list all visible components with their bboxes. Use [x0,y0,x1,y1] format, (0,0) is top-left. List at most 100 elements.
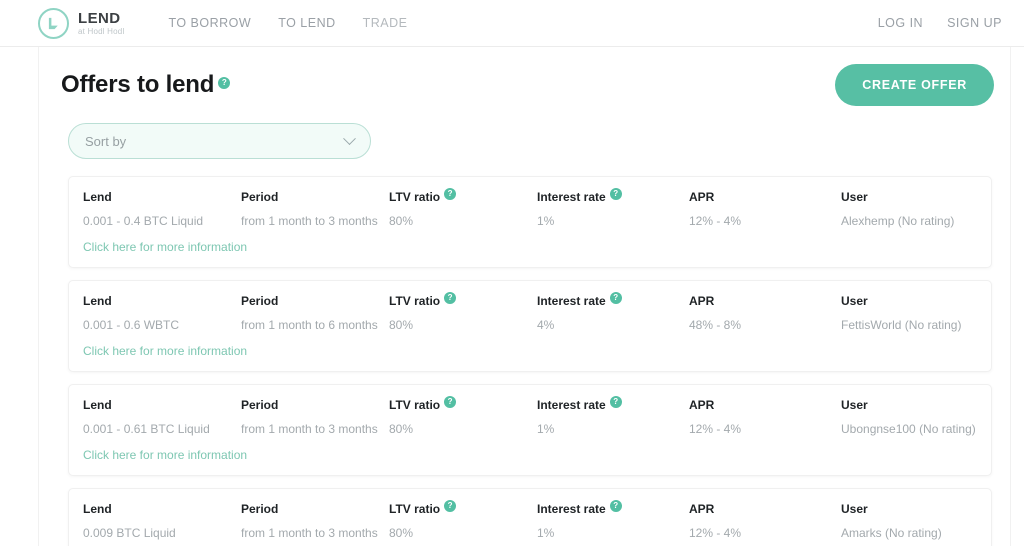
more-information-link[interactable]: Click here for more information [83,240,247,254]
site-header: LEND at Hodl Hodl TO BORROW TO LEND TRAD… [0,0,1024,47]
more-information-link[interactable]: Click here for more information [83,344,247,358]
ltv-ratio-info-icon[interactable]: ? [444,396,457,408]
brand-title: LEND [78,9,121,27]
brand-subtitle: at Hodl Hodl [78,26,125,36]
page-head: Offers to lend? CREATE OFFER [61,47,994,109]
cell-ltv-ratio: 80% [389,526,414,540]
col-head-lend: Lend [83,502,112,516]
auth-nav: LOG IN SIGN UP [878,16,1002,30]
cell-apr: 12% - 4% [689,214,742,228]
cell-lend: 0.001 - 0.4 BTC Liquid [83,214,204,228]
cell-lend: 0.001 - 0.61 BTC Liquid [83,422,210,436]
cell-interest-rate: 1% [537,526,555,540]
cell-user: Alexhemp (No rating) [841,214,955,228]
more-information-link[interactable]: Click here for more information [83,448,247,462]
col-head-apr: APR [689,502,715,516]
col-head-interest-rate: Interest rate? [537,500,689,517]
chevron-down-icon [343,131,356,145]
interest-rate-info-icon[interactable]: ? [609,396,622,408]
page-root: LEND at Hodl Hodl TO BORROW TO LEND TRAD… [0,0,1024,546]
cell-interest-rate: 1% [537,422,555,436]
cell-ltv-ratio: 80% [389,422,414,436]
offer-row-heads: Lend Period LTV ratio? Interest rate? AP… [69,396,991,437]
cell-lend: 0.001 - 0.6 WBTC [83,318,180,332]
col-head-ltv-ratio: LTV ratio? [389,500,537,517]
offer-card[interactable]: Lend Period LTV ratio? Interest rate? AP… [68,176,992,268]
col-head-ltv-ratio: LTV ratio? [389,292,537,309]
col-head-ltv-ratio-text: LTV ratio [389,294,441,308]
interest-rate-info-icon[interactable]: ? [609,188,622,200]
offer-card[interactable]: Lend Period LTV ratio? Interest rate? AP… [68,384,992,476]
col-head-apr: APR [689,398,715,412]
log-in-link[interactable]: LOG IN [878,16,923,30]
col-head-user: User [841,190,868,204]
col-head-interest-rate: Interest rate? [537,188,689,205]
cell-interest-rate: 1% [537,214,555,228]
offer-row-heads: Lend Period LTV ratio? Interest rate? AP… [69,188,991,229]
col-head-lend: Lend [83,294,112,308]
main-nav: TO BORROW TO LEND TRADE [168,16,407,30]
col-head-ltv-ratio-text: LTV ratio [389,190,441,204]
cell-period: from 1 month to 3 months [241,214,378,228]
cell-period: from 1 month to 6 months [241,318,378,332]
cell-apr: 12% - 4% [689,526,742,540]
right-rail-divider [1010,47,1011,546]
offer-card[interactable]: Lend Period LTV ratio? Interest rate? AP… [68,488,992,546]
col-head-ltv-ratio-text: LTV ratio [389,398,441,412]
main-content: Offers to lend? CREATE OFFER Sort by Len… [39,47,1010,546]
col-head-period: Period [241,398,279,412]
cell-apr: 48% - 8% [689,318,742,332]
cell-ltv-ratio: 80% [389,318,414,332]
page-title-text: Offers to lend [61,71,215,98]
offer-list: Lend Period LTV ratio? Interest rate? AP… [61,176,994,546]
sort-by-select[interactable]: Sort by [68,123,371,159]
col-head-ltv-ratio-text: LTV ratio [389,502,441,516]
col-head-user: User [841,398,868,412]
page-title: Offers to lend? [61,71,231,99]
interest-rate-info-icon[interactable]: ? [609,500,622,512]
cell-period: from 1 month to 3 months [241,526,378,540]
col-head-interest-rate-text: Interest rate [537,190,606,204]
brand-text: LEND at Hodl Hodl [78,11,124,36]
col-head-ltv-ratio: LTV ratio? [389,188,537,205]
offer-row-heads: Lend Period LTV ratio? Interest rate? AP… [69,500,991,541]
offer-row-heads: Lend Period LTV ratio? Interest rate? AP… [69,292,991,333]
question-mark-info-icon[interactable]: ? [218,77,231,89]
col-head-user: User [841,294,868,308]
col-head-period: Period [241,294,279,308]
ltv-ratio-info-icon[interactable]: ? [444,500,457,512]
cell-user: Ubongnse100 (No rating) [841,422,976,436]
interest-rate-info-icon[interactable]: ? [609,292,622,304]
nav-to-lend[interactable]: TO LEND [278,16,335,30]
create-offer-button[interactable]: CREATE OFFER [835,64,994,106]
col-head-interest-rate-text: Interest rate [537,398,606,412]
cell-lend: 0.009 BTC Liquid [83,526,176,540]
col-head-lend: Lend [83,190,112,204]
col-head-interest-rate-text: Interest rate [537,294,606,308]
lend-circle-logo-icon [38,7,69,39]
col-head-period: Period [241,190,279,204]
nav-to-borrow[interactable]: TO BORROW [168,16,251,30]
nav-trade[interactable]: TRADE [363,16,408,30]
ltv-ratio-info-icon[interactable]: ? [444,292,457,304]
cell-ltv-ratio: 80% [389,214,414,228]
body-wrap: Offers to lend? CREATE OFFER Sort by Len… [0,47,1024,546]
sign-up-link[interactable]: SIGN UP [947,16,1002,30]
cell-apr: 12% - 4% [689,422,742,436]
col-head-period: Period [241,502,279,516]
cell-period: from 1 month to 3 months [241,422,378,436]
col-head-ltv-ratio: LTV ratio? [389,396,537,413]
col-head-user: User [841,502,868,516]
cell-user: FettisWorld (No rating) [841,318,962,332]
col-head-apr: APR [689,294,715,308]
col-head-lend: Lend [83,398,112,412]
col-head-interest-rate: Interest rate? [537,396,689,413]
offer-card[interactable]: Lend Period LTV ratio? Interest rate? AP… [68,280,992,372]
cell-user: Amarks (No rating) [841,526,942,540]
cell-interest-rate: 4% [537,318,555,332]
ltv-ratio-info-icon[interactable]: ? [444,188,457,200]
sort-row: Sort by [61,109,994,159]
sort-by-label: Sort by [85,133,127,149]
col-head-interest-rate-text: Interest rate [537,502,606,516]
brand-logo[interactable]: LEND at Hodl Hodl [38,7,124,39]
